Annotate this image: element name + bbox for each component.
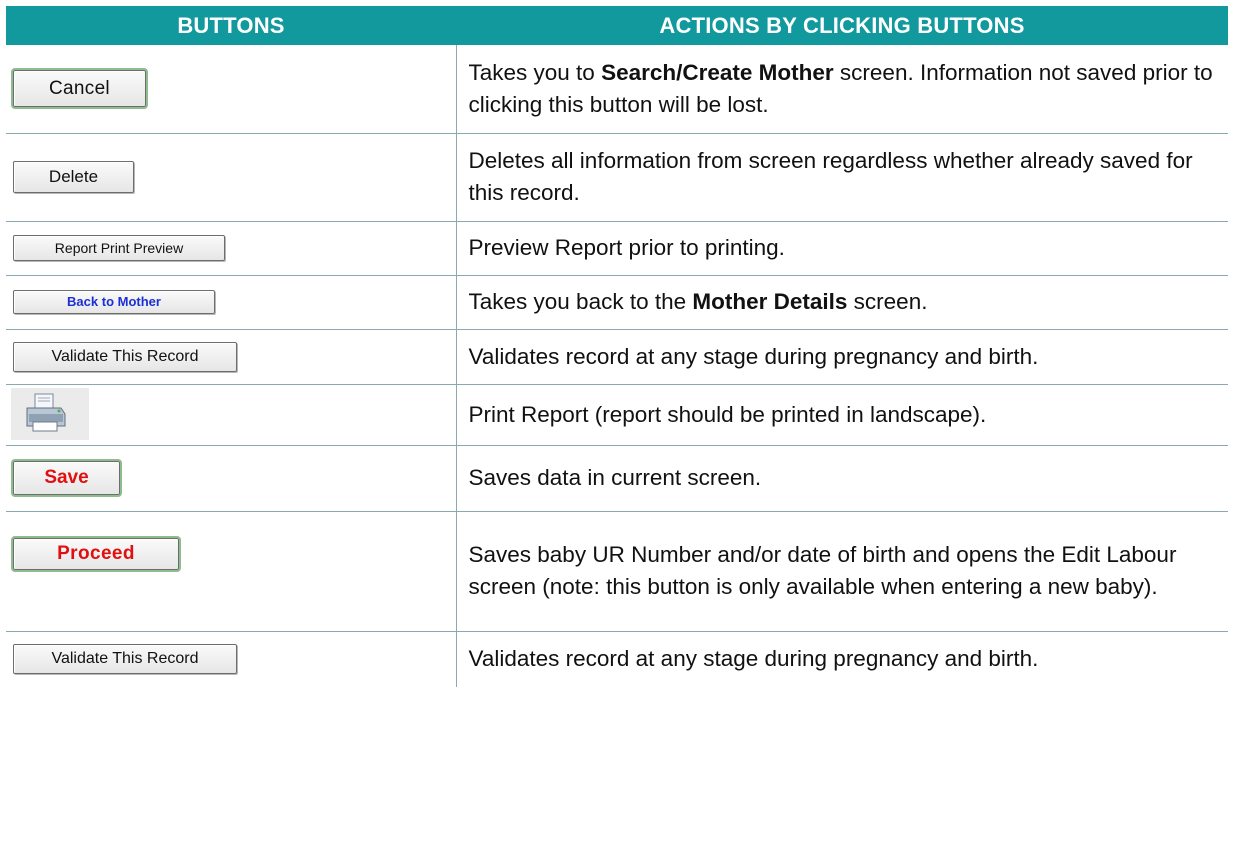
table-row: Report Print Preview Preview Report prio…	[6, 221, 1228, 276]
button-cell: Delete	[6, 133, 457, 222]
table-row: Validate This Record Validates record at…	[6, 631, 1228, 687]
table-row: Cancel Takes you to Search/Create Mother…	[6, 45, 1228, 134]
action-text: Saves baby UR Number and/or date of birt…	[468, 542, 1177, 599]
action-text: Validates record at any stage during pre…	[468, 646, 1039, 672]
button-cell: Validate This Record	[6, 631, 457, 687]
button-cell: Validate This Record	[6, 329, 457, 385]
buttons-reference-table: BUTTONS ACTIONS BY CLICKING BUTTONS Canc…	[6, 6, 1228, 687]
printer-icon[interactable]	[11, 387, 89, 440]
action-cell: Takes you to Search/Create Mother screen…	[456, 45, 1228, 134]
action-text: Validates record at any stage during pre…	[468, 343, 1039, 369]
button-cell	[6, 384, 457, 446]
button-cell: Proceed	[6, 511, 457, 632]
action-cell: Saves data in current screen.	[456, 445, 1228, 512]
header-buttons: BUTTONS	[6, 6, 456, 45]
validate-record-button[interactable]: Validate This Record	[13, 644, 237, 675]
button-cell: Back to Mother	[6, 275, 457, 330]
action-cell: Takes you back to the Mother Details scr…	[456, 275, 1228, 330]
table-row: Print Report (report should be printed i…	[6, 384, 1228, 446]
header-actions: ACTIONS BY CLICKING BUTTONS	[456, 6, 1228, 45]
report-print-preview-button[interactable]: Report Print Preview	[13, 235, 225, 261]
save-button[interactable]: Save	[11, 459, 122, 497]
table-row: Back to Mother Takes you back to the Mot…	[6, 275, 1228, 330]
action-text: Deletes all information from screen rega…	[468, 148, 1193, 205]
action-cell: Deletes all information from screen rega…	[456, 133, 1228, 222]
table-row: Save Saves data in current screen.	[6, 445, 1228, 512]
action-text: Takes you back to the	[468, 289, 693, 314]
table-row: Validate This Record Validates record at…	[6, 329, 1228, 385]
proceed-button[interactable]: Proceed	[11, 535, 181, 572]
table-header-row: BUTTONS ACTIONS BY CLICKING BUTTONS	[6, 6, 1228, 45]
action-cell: Print Report (report should be printed i…	[456, 384, 1228, 446]
action-text-bold: Search/Create Mother	[601, 59, 834, 85]
back-to-mother-button[interactable]: Back to Mother	[13, 290, 215, 314]
action-text: screen.	[847, 289, 928, 314]
action-text: Saves data in current screen.	[468, 465, 762, 490]
delete-button[interactable]: Delete	[13, 161, 134, 193]
action-text-bold: Mother Details	[692, 289, 848, 314]
action-text: Takes you to	[468, 59, 602, 85]
action-cell: Saves baby UR Number and/or date of birt…	[456, 511, 1228, 632]
action-cell: Validates record at any stage during pre…	[456, 631, 1228, 687]
validate-record-button[interactable]: Validate This Record	[13, 341, 237, 372]
button-cell: Report Print Preview	[6, 221, 457, 276]
action-text: Preview Report prior to printing.	[468, 235, 785, 260]
button-cell: Cancel	[6, 45, 457, 134]
action-text: Print Report (report should be printed i…	[468, 401, 987, 427]
table-row: Delete Deletes all information from scre…	[6, 133, 1228, 222]
button-cell: Save	[6, 445, 457, 512]
cancel-button[interactable]: Cancel	[11, 68, 148, 110]
action-cell: Preview Report prior to printing.	[456, 221, 1228, 276]
table-row: Proceed Saves baby UR Number and/or date…	[6, 511, 1228, 632]
action-cell: Validates record at any stage during pre…	[456, 329, 1228, 385]
